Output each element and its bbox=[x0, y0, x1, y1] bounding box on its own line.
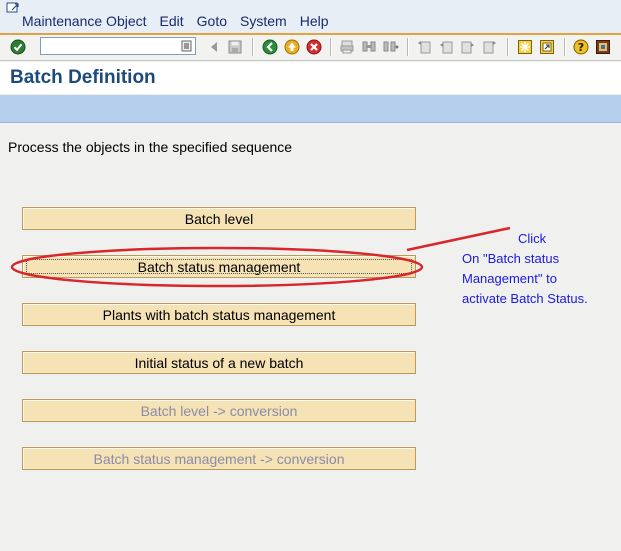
exit-icon[interactable] bbox=[283, 38, 301, 56]
page-title: Batch Definition bbox=[10, 67, 156, 88]
save-icon[interactable] bbox=[226, 38, 244, 56]
batch-status-conversion-button: Batch status management -> conversion bbox=[22, 447, 416, 470]
customize-layout-icon[interactable] bbox=[594, 38, 612, 56]
shortcut-icon[interactable] bbox=[538, 38, 556, 56]
instruction-text: Process the objects in the specified seq… bbox=[8, 139, 293, 155]
menu-help[interactable]: Help bbox=[300, 13, 329, 29]
next-page-icon[interactable] bbox=[459, 38, 477, 56]
batch-status-management-button[interactable]: Batch status management bbox=[22, 255, 416, 278]
cancel-icon[interactable] bbox=[305, 38, 323, 56]
find-next-icon[interactable] bbox=[382, 38, 400, 56]
back-icon[interactable] bbox=[261, 38, 279, 56]
menu-goto[interactable]: Goto bbox=[197, 13, 227, 29]
command-field[interactable] bbox=[40, 37, 196, 56]
enter-icon[interactable] bbox=[9, 38, 27, 56]
annotation-line: activate Batch Status. bbox=[462, 291, 588, 306]
command-history-icon[interactable] bbox=[181, 40, 193, 52]
svg-text:?: ? bbox=[578, 41, 584, 54]
annotation-line: On "Batch status bbox=[462, 251, 560, 266]
previous-page-icon[interactable] bbox=[437, 38, 455, 56]
application-toolbar bbox=[0, 95, 621, 123]
plants-with-batch-status-button[interactable]: Plants with batch status management bbox=[22, 303, 416, 326]
print-icon[interactable] bbox=[338, 38, 356, 56]
find-icon[interactable] bbox=[360, 38, 378, 56]
first-page-icon[interactable] bbox=[415, 38, 433, 56]
menu-edit[interactable]: Edit bbox=[160, 13, 184, 29]
title-bar: Batch Definition bbox=[0, 62, 621, 94]
standard-toolbar: ? bbox=[0, 35, 621, 61]
create-session-icon[interactable] bbox=[516, 38, 534, 56]
menu-maintenance-object[interactable]: Maintenance Object bbox=[22, 13, 147, 29]
command-input[interactable] bbox=[41, 38, 183, 56]
annotation-line: Management" to bbox=[462, 271, 557, 286]
annotation-note: Click On "Batch status Management" to ac… bbox=[462, 229, 621, 309]
help-icon[interactable]: ? bbox=[572, 38, 590, 56]
menu-system[interactable]: System bbox=[240, 13, 287, 29]
initial-status-new-batch-button[interactable]: Initial status of a new batch bbox=[22, 351, 416, 374]
last-page-icon[interactable] bbox=[481, 38, 499, 56]
collapse-arrow-icon[interactable] bbox=[205, 38, 223, 56]
batch-level-conversion-button: Batch level -> conversion bbox=[22, 399, 416, 422]
menu-bar: Maintenance Object Edit Goto System Help bbox=[0, 0, 621, 35]
annotation-line: Click bbox=[518, 231, 547, 246]
window-menu-icon[interactable] bbox=[6, 2, 20, 14]
batch-level-button[interactable]: Batch level bbox=[22, 207, 416, 230]
